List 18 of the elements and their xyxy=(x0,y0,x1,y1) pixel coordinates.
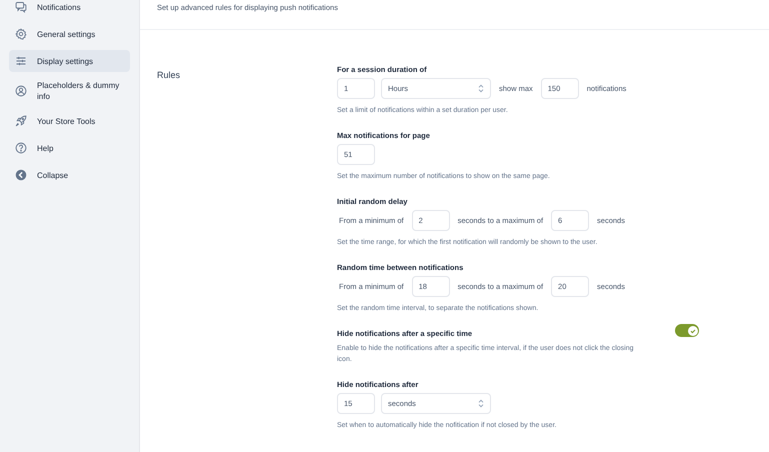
sidebar-item[interactable]: General settings xyxy=(9,23,130,45)
gear-icon xyxy=(15,28,27,40)
toggle-switch[interactable] xyxy=(675,324,699,337)
section-title: Rules xyxy=(157,70,180,80)
rocket-icon xyxy=(15,115,27,127)
sidebar-item[interactable]: Placeholders & dummy info xyxy=(9,77,130,105)
sidebar-item[interactable]: Collapse xyxy=(9,164,130,186)
sidebar-item[interactable]: Your Store Tools xyxy=(9,110,130,132)
sidebar-item[interactable]: Notifications xyxy=(9,0,130,18)
updown-chevron-icon xyxy=(478,84,484,93)
sidebar-item[interactable]: Help xyxy=(9,137,130,159)
help-icon xyxy=(15,142,27,154)
user-circle-icon xyxy=(15,85,27,97)
updown-chevron-icon xyxy=(478,399,484,408)
sidebar-item[interactable]: Display settings xyxy=(9,50,130,72)
chat-bubbles-icon xyxy=(15,1,27,13)
sliders-icon xyxy=(15,55,27,67)
collapse-icon xyxy=(15,169,27,181)
